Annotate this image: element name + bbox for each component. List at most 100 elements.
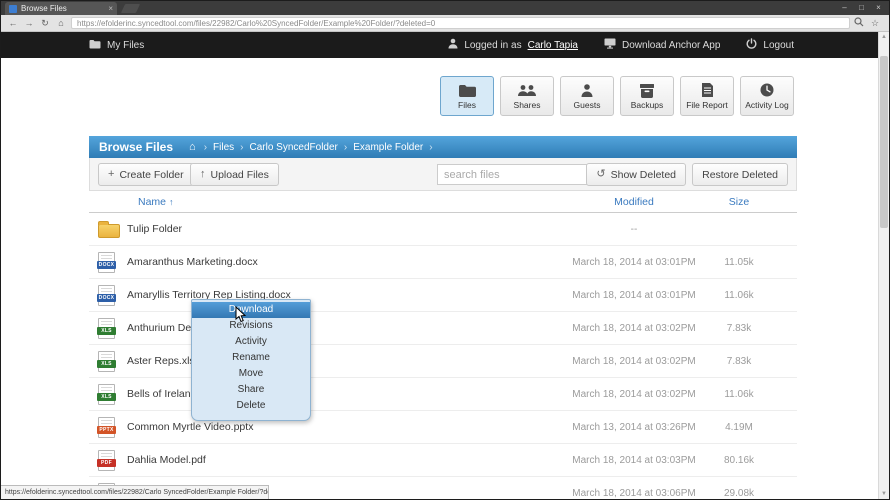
context-menu-item-delete[interactable]: Delete xyxy=(192,398,310,414)
pptx-file-icon: PPTX xyxy=(97,416,116,438)
nav-button-label: Guests xyxy=(573,100,601,110)
restore-deleted-button[interactable]: Restore Deleted xyxy=(692,163,788,186)
file-icon-cell: XLS xyxy=(89,350,127,372)
breadcrumb-chevron-icon: › xyxy=(429,141,433,153)
header-right-group: Logged in as Carlo Tapia Download Anchor… xyxy=(448,38,794,52)
page-title: Browse Files xyxy=(99,140,174,154)
address-bar[interactable] xyxy=(71,17,850,29)
context-menu-item-move[interactable]: Move xyxy=(192,366,310,382)
nav-button-shares[interactable]: Shares xyxy=(500,76,554,116)
logged-in-prefix: Logged in as xyxy=(464,39,522,51)
scrollbar[interactable]: ▲ ▼ xyxy=(878,32,889,499)
table-row[interactable]: DOCX Amaranthus Marketing.docx March 18, 2… xyxy=(89,246,797,279)
file-icon-cell: PDF xyxy=(89,449,127,471)
file-size: 7.83k xyxy=(726,322,752,334)
file-size: 80.16k xyxy=(723,454,755,466)
file-icon-cell: DOCX xyxy=(89,284,127,306)
nav-button-file-report[interactable]: File Report xyxy=(680,76,734,116)
search-input[interactable] xyxy=(437,164,594,185)
column-header-modified[interactable]: Modified xyxy=(559,196,709,208)
app-header: My Files Logged in as Carlo Tapia Downlo… xyxy=(1,32,889,58)
file-name[interactable]: Dahlia Model.pdf xyxy=(127,454,559,466)
file-name[interactable]: Common Myrtle Video.pptx xyxy=(127,421,559,433)
context-menu-item-download[interactable]: Download xyxy=(192,302,310,318)
scrollbar-thumb[interactable] xyxy=(880,56,888,228)
file-type-label: XLS xyxy=(97,326,116,335)
nav-button-label: Backups xyxy=(630,100,664,110)
file-size: 11.06k xyxy=(724,388,754,400)
my-files-link[interactable]: My Files xyxy=(89,39,144,52)
download-anchor-app-link[interactable]: Download Anchor App xyxy=(604,38,720,52)
user-name-link[interactable]: Carlo Tapia xyxy=(528,40,578,51)
logout-label: Logout xyxy=(763,39,794,51)
tab-close-icon[interactable]: × xyxy=(108,4,113,13)
tab-favicon-icon xyxy=(9,4,17,13)
context-menu-item-share[interactable]: Share xyxy=(192,382,310,398)
folder-icon xyxy=(98,221,120,238)
table-row[interactable]: Tulip Folder -- xyxy=(89,213,797,246)
file-modified: March 18, 2014 at 03:03PM xyxy=(572,454,696,466)
column-header-name[interactable]: Name ↑ xyxy=(89,196,559,208)
maximize-button[interactable]: □ xyxy=(853,1,870,13)
upload-icon: ↑ xyxy=(200,168,206,180)
home-icon[interactable]: ⌂ xyxy=(189,141,196,153)
pdf-file-icon: PDF xyxy=(97,449,116,471)
context-menu-item-activity[interactable]: Activity xyxy=(192,334,310,350)
browse-files-bar: Browse Files ⌂ › Files › Carlo SyncedFolder… xyxy=(89,136,797,158)
forward-icon[interactable]: → xyxy=(23,18,35,28)
status-link-text: https://efolderinc.syncedtool.com/files/… xyxy=(5,489,268,496)
file-type-label: XLS xyxy=(97,359,116,368)
nav-button-guests[interactable]: Guests xyxy=(560,76,614,116)
file-name[interactable]: Tulip Folder xyxy=(127,223,559,235)
nav-button-files[interactable]: Files xyxy=(440,76,494,116)
nav-button-label: Shares xyxy=(513,100,541,110)
file-icon-cell: XLS xyxy=(89,317,127,339)
window-controls: – □ × xyxy=(836,1,887,13)
refresh-icon: ↺ xyxy=(596,168,606,180)
close-button[interactable]: × xyxy=(870,1,887,13)
minimize-button[interactable]: – xyxy=(836,1,853,13)
new-tab-button[interactable] xyxy=(120,4,141,13)
breadcrumb: ⌂ › Files › Carlo SyncedFolder › Example Fold… xyxy=(189,141,439,153)
file-type-label: XLS xyxy=(97,392,116,401)
show-deleted-button[interactable]: ↺ Show Deleted xyxy=(586,163,686,186)
breadcrumb-chevron-icon: › xyxy=(240,141,244,153)
file-modified: March 18, 2014 at 03:01PM xyxy=(572,256,696,268)
file-name[interactable]: Amaranthus Marketing.docx xyxy=(127,256,559,268)
upload-files-button[interactable]: ↑ Upload Files xyxy=(190,163,279,186)
monitor-icon xyxy=(604,38,616,52)
nav-button-backups[interactable]: Backups xyxy=(620,76,674,116)
back-icon[interactable]: ← xyxy=(7,18,19,28)
scroll-down-icon[interactable]: ▼ xyxy=(879,489,889,499)
file-modified: March 18, 2014 at 03:02PM xyxy=(572,355,696,367)
column-header-size[interactable]: Size xyxy=(709,196,769,208)
shares-icon xyxy=(517,82,537,98)
nav-button-activity-log[interactable]: Activity Log xyxy=(740,76,794,116)
search-icon[interactable] xyxy=(854,14,864,32)
file-type-label: PDF xyxy=(97,458,116,467)
docx-file-icon: DOCX xyxy=(97,251,116,273)
nav-button-label: Files xyxy=(458,100,476,110)
folder-icon xyxy=(89,39,101,52)
docx-file-icon: DOCX xyxy=(97,284,116,306)
download-anchor-app-label: Download Anchor App xyxy=(622,39,721,51)
logged-in-item: Logged in as Carlo Tapia xyxy=(448,38,578,52)
browser-tab[interactable]: Browse Files × xyxy=(5,2,117,15)
xls-file-icon: XLS xyxy=(97,350,116,372)
bookmark-star-icon[interactable]: ☆ xyxy=(869,18,881,28)
file-icon-cell xyxy=(89,220,127,238)
scroll-up-icon[interactable]: ▲ xyxy=(879,32,889,42)
file-type-label: DOCX xyxy=(97,293,116,302)
logout-link[interactable]: Logout xyxy=(746,38,794,52)
breadcrumb-item[interactable]: Files xyxy=(213,142,234,153)
context-menu-item-rename[interactable]: Rename xyxy=(192,350,310,366)
context-menu-item-revisions[interactable]: Revisions xyxy=(192,318,310,334)
breadcrumb-item[interactable]: Carlo SyncedFolder xyxy=(250,142,338,153)
reload-icon[interactable]: ↻ xyxy=(39,18,51,28)
table-row[interactable]: PDF Dahlia Model.pdf March 18, 2014 at 03:… xyxy=(89,444,797,477)
browser-window: Browse Files × – □ × ← → ↻ ⌂ ☆ My Files xyxy=(0,0,890,500)
browser-home-icon[interactable]: ⌂ xyxy=(55,18,67,28)
backups-icon xyxy=(638,82,656,98)
create-folder-button[interactable]: + Create Folder xyxy=(98,163,194,186)
breadcrumb-item[interactable]: Example Folder xyxy=(353,142,423,153)
